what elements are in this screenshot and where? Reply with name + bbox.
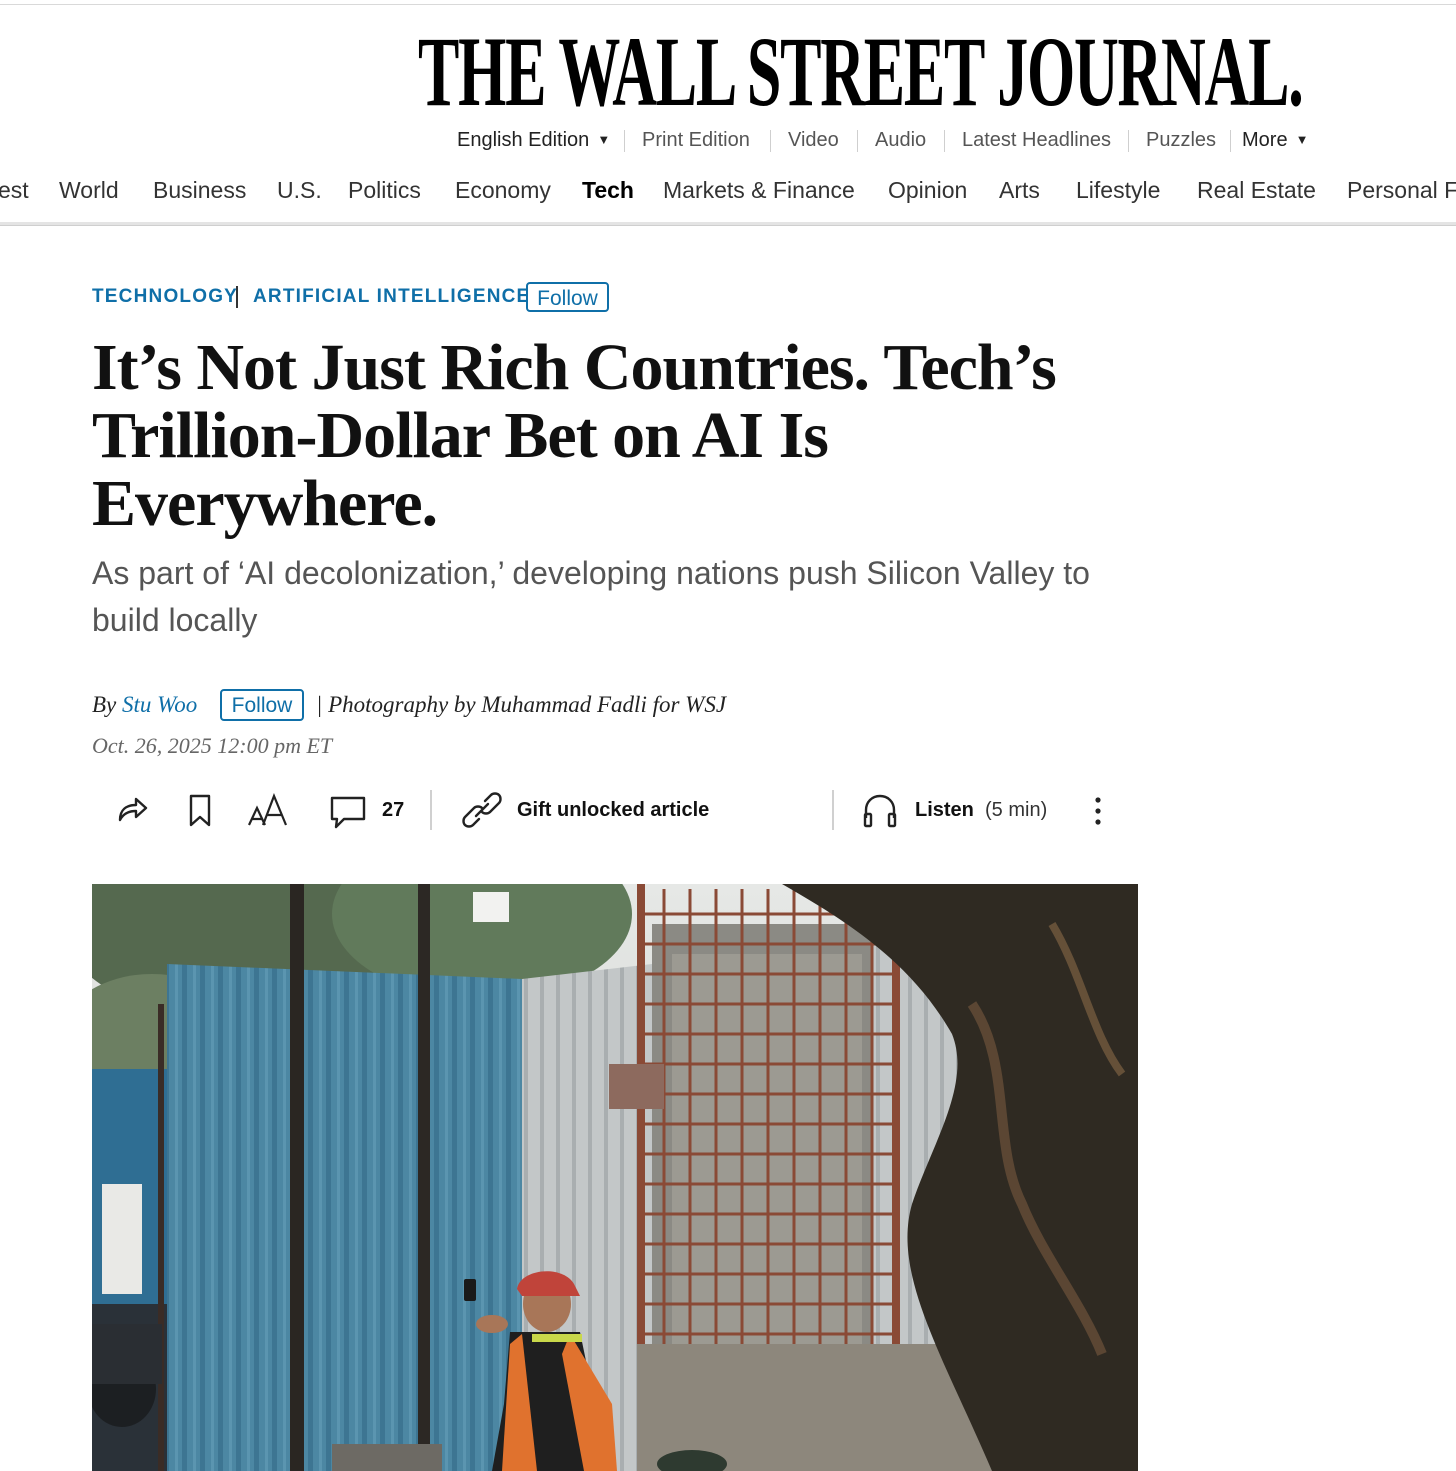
nav-item-latest[interactable]: est (0, 172, 29, 208)
nav-item-economy[interactable]: Economy (455, 172, 551, 208)
article-headline: It’s Not Just Rich Countries. Tech’s Tri… (92, 331, 1057, 540)
byline-prefix: By (92, 692, 117, 717)
nav-item-personal-finance[interactable]: Personal F (1347, 172, 1456, 208)
listen-button[interactable]: Listen (915, 796, 974, 824)
gift-link-icon[interactable] (462, 790, 502, 830)
kicker-ai-link[interactable]: ARTIFICIAL INTELLIGENCE (253, 285, 530, 309)
edition-divider (944, 130, 945, 152)
nav-item-business[interactable]: Business (153, 172, 246, 208)
follow-author-button[interactable]: Follow (220, 689, 304, 721)
wsj-masthead-logo[interactable]: THE WALL STREET JOURNAL. (418, 22, 1353, 122)
english-edition-dropdown[interactable]: English Edition ▼ (457, 126, 610, 156)
caret-down-icon: ▼ (597, 132, 611, 147)
listen-duration: (5 min) (985, 799, 1048, 821)
byline: By Stu Woo (92, 688, 197, 722)
latest-headlines-link[interactable]: Latest Headlines (962, 126, 1111, 154)
headphones-icon[interactable] (860, 790, 900, 830)
nav-item-arts[interactable]: Arts (999, 172, 1040, 208)
toolbar-divider (430, 790, 432, 830)
article-dek: As part of ‘AI decolonization,’ developi… (92, 555, 1090, 638)
edition-divider (857, 130, 858, 152)
more-dropdown[interactable]: More ▼ (1242, 126, 1308, 156)
kicker-technology-link[interactable]: TECHNOLOGY (92, 285, 238, 309)
nav-divider (0, 222, 1456, 226)
gift-article-button[interactable]: Gift unlocked article (517, 796, 709, 824)
audio-link[interactable]: Audio (875, 126, 926, 154)
nav-item-politics[interactable]: Politics (348, 172, 421, 208)
toolbar-divider (832, 790, 834, 830)
article-toolbar: 27 Gift unlocked article Listen (5 min) (92, 784, 1138, 836)
edition-divider (1128, 130, 1129, 152)
article-lead-photo (92, 884, 1138, 1471)
follow-topic-button[interactable]: Follow (526, 282, 609, 312)
kicker-divider (236, 286, 238, 308)
puzzles-link[interactable]: Puzzles (1146, 126, 1216, 154)
photo-credit: | Photography by Muhammad Fadli for WSJ (316, 692, 727, 717)
comment-icon[interactable] (328, 790, 368, 830)
english-edition-label: English Edition (457, 129, 590, 151)
text-size-icon[interactable] (246, 790, 288, 830)
more-label: More (1242, 129, 1288, 151)
nav-item-markets-finance[interactable]: Markets & Finance (663, 172, 855, 208)
more-options-icon[interactable] (1078, 790, 1118, 830)
edition-bar: English Edition ▼ Print Edition Video Aud… (0, 126, 1456, 154)
nav-item-tech[interactable]: Tech (582, 172, 634, 208)
nav-item-us[interactable]: U.S. (277, 172, 322, 208)
publish-date: Oct. 26, 2025 12:00 pm ET (92, 733, 333, 758)
share-icon[interactable] (112, 790, 152, 830)
edition-divider (770, 130, 771, 152)
section-nav: est World Business U.S. Politics Economy… (0, 172, 1456, 208)
author-link[interactable]: Stu Woo (122, 692, 197, 717)
nav-item-lifestyle[interactable]: Lifestyle (1076, 172, 1160, 208)
edition-divider (624, 130, 625, 152)
lead-photo-illustration (92, 884, 1138, 1471)
edition-divider (1230, 130, 1231, 152)
video-link[interactable]: Video (788, 126, 839, 154)
nav-item-real-estate[interactable]: Real Estate (1197, 172, 1316, 208)
top-border (0, 4, 1456, 5)
caret-down-icon: ▼ (1295, 132, 1309, 147)
nav-item-world[interactable]: World (59, 172, 119, 208)
bookmark-icon[interactable] (180, 790, 220, 830)
print-edition-link[interactable]: Print Edition (642, 126, 750, 154)
nav-item-opinion[interactable]: Opinion (888, 172, 967, 208)
comment-count[interactable]: 27 (382, 796, 404, 824)
